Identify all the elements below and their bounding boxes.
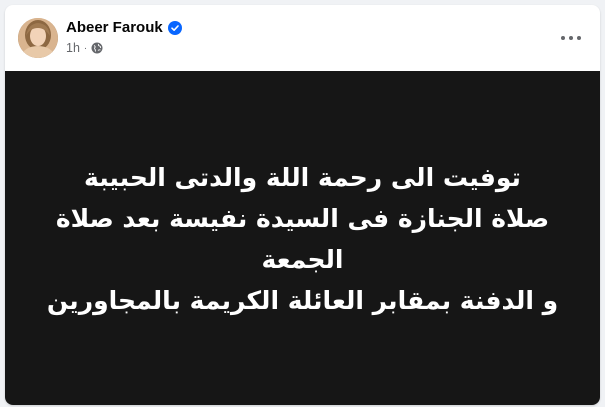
more-options-icon[interactable] — [556, 27, 586, 49]
post-text-line: توفيت الى رحمة اللة والدتى الحبيبة — [84, 163, 521, 192]
more-dot — [577, 36, 581, 40]
post-card: Abeer Farouk 1h · توفيت الى رحمة اللة وا… — [5, 5, 600, 405]
post-text-line: الجمعة — [261, 245, 344, 274]
post-text: توفيت الى رحمة اللة والدتى الحبيبة صلاة … — [47, 157, 558, 321]
verified-badge-icon — [167, 21, 182, 35]
globe-icon[interactable] — [91, 42, 103, 54]
author-row: Abeer Farouk — [66, 19, 182, 37]
post-text-line: صلاة الجنازة فى السيدة نفيسة بعد صلاة — [55, 204, 550, 233]
meta-separator: · — [83, 42, 88, 54]
more-dot — [561, 36, 565, 40]
post-timestamp[interactable]: 1h — [66, 41, 80, 55]
author-avatar[interactable] — [18, 18, 58, 58]
post-header: Abeer Farouk 1h · — [5, 5, 600, 71]
more-dot — [569, 36, 573, 40]
avatar-image — [18, 18, 58, 58]
post-text-line: و الدفنة بمقابر العائلة الكريمة بالمجاور… — [46, 286, 559, 315]
author-name[interactable]: Abeer Farouk — [66, 19, 163, 37]
post-meta: 1h · — [66, 41, 103, 55]
post-text-background: توفيت الى رحمة اللة والدتى الحبيبة صلاة … — [5, 71, 600, 405]
